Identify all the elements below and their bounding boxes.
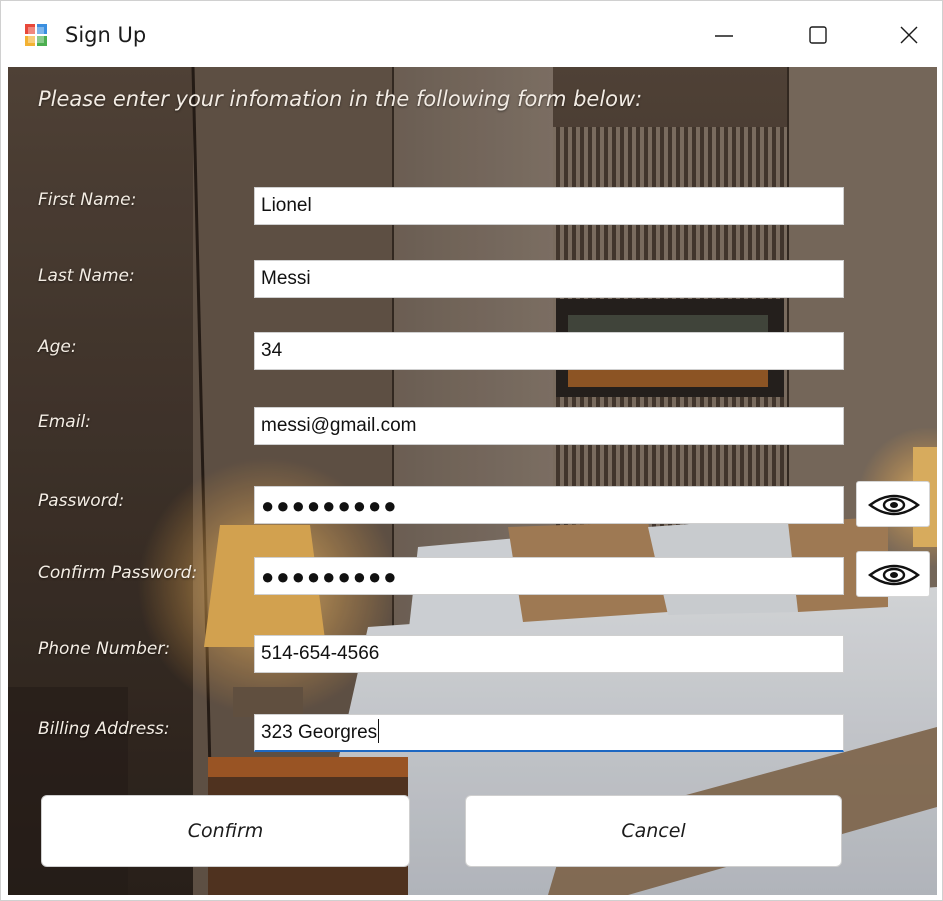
signup-window: Sign Up Please enter your infomation in … <box>0 0 943 901</box>
minimize-icon <box>715 35 733 37</box>
form-panel: Please enter your infomation in the foll… <box>8 67 937 895</box>
cancel-button[interactable]: Cancel <box>465 795 842 867</box>
form-heading: Please enter your infomation in the foll… <box>38 87 643 111</box>
text-caret <box>378 718 380 743</box>
minimize-button[interactable] <box>701 15 747 55</box>
phone-number-label: Phone Number: <box>38 639 171 659</box>
age-input[interactable]: 34 <box>254 332 844 370</box>
phone-number-input[interactable]: 514-654-4566 <box>254 635 844 673</box>
first-name-input[interactable]: Lionel <box>254 187 844 225</box>
last-name-input[interactable]: Messi <box>254 260 844 298</box>
first-name-label: First Name: <box>38 190 137 210</box>
age-label: Age: <box>38 337 77 357</box>
show-password-button[interactable] <box>856 481 930 527</box>
billing-address-input[interactable]: 323 Georgres <box>254 714 844 752</box>
eye-icon <box>867 564 921 586</box>
email-input[interactable]: messi@gmail.com <box>254 407 844 445</box>
window-title: Sign Up <box>65 23 147 47</box>
maximize-icon <box>809 26 827 44</box>
maximize-button[interactable] <box>795 15 841 55</box>
show-confirm-password-button[interactable] <box>856 551 930 597</box>
billing-address-label: Billing Address: <box>38 719 170 739</box>
title-bar[interactable]: Sign Up <box>1 1 942 67</box>
eye-icon <box>867 494 921 516</box>
password-input[interactable]: ●●●●●●●●● <box>254 486 844 524</box>
windows-form-icon <box>25 24 47 46</box>
last-name-label: Last Name: <box>38 266 135 286</box>
close-icon <box>900 26 918 44</box>
confirm-button[interactable]: Confirm <box>41 795 410 867</box>
email-label: Email: <box>38 412 91 432</box>
confirm-password-input[interactable]: ●●●●●●●●● <box>254 557 844 595</box>
close-button[interactable] <box>886 15 932 55</box>
billing-address-value: 323 Georgres <box>261 722 378 743</box>
confirm-password-label: Confirm Password: <box>38 563 198 583</box>
password-label: Password: <box>38 491 125 511</box>
